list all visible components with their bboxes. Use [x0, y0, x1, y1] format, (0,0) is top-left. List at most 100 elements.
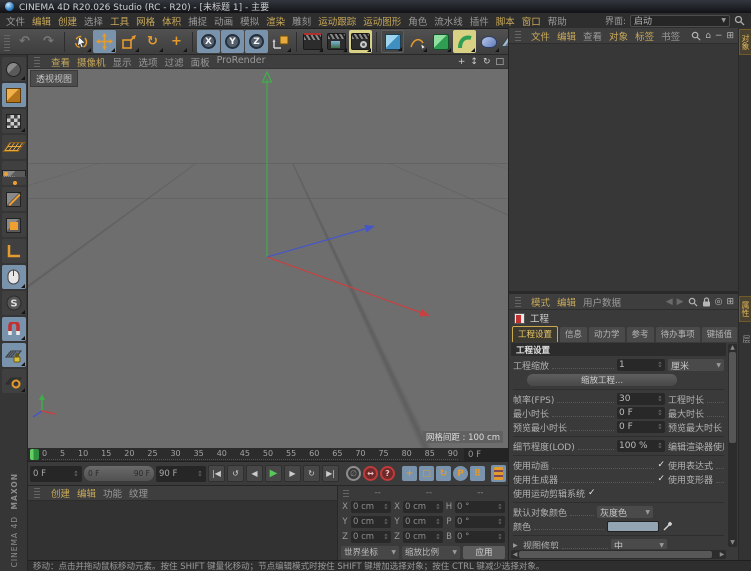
key-pla-toggle[interactable]: ⠿ — [470, 466, 485, 481]
stepper-icon[interactable]: ↕ — [197, 470, 203, 478]
previous-key-button[interactable]: ↺ — [227, 465, 244, 482]
position-field[interactable]: 0 cm↕ — [351, 501, 391, 513]
size-field[interactable]: 0 cm↕ — [403, 531, 443, 543]
viewport-menu-item[interactable]: 显示 — [113, 55, 132, 69]
attribute-tab[interactable]: 动力学 — [589, 327, 625, 342]
scrollbar-thumb[interactable] — [729, 352, 736, 443]
lock-workplane-button[interactable] — [2, 343, 26, 367]
rotation-field[interactable]: 0 °↕ — [455, 516, 505, 528]
search-icon[interactable] — [734, 15, 745, 26]
history-forward-icon[interactable]: ▶ — [677, 297, 684, 307]
object-manager-menu-item[interactable]: 对象 — [609, 29, 628, 43]
menu-item[interactable]: 运动图形 — [363, 14, 401, 28]
attribute-horizontal-scrollbar[interactable]: ◀ ▶ — [511, 550, 726, 559]
goto-end-button[interactable]: ▶| — [322, 465, 339, 482]
stepper-icon[interactable]: ↕ — [383, 518, 389, 526]
object-manager-menu-item[interactable]: 标签 — [635, 29, 654, 43]
viewport-menu-item[interactable]: 查看 — [51, 55, 70, 69]
use-generators-checkbox[interactable]: ✓ — [657, 474, 665, 484]
size-field[interactable]: 0 cm↕ — [403, 501, 443, 513]
size-mode-dropdown[interactable]: 缩放比例▼ — [402, 546, 460, 559]
minus-icon[interactable]: − — [715, 31, 723, 41]
workplane-mode-button[interactable] — [2, 135, 26, 159]
render-region-button[interactable] — [325, 30, 348, 53]
object-manager-grip[interactable] — [515, 31, 521, 41]
menu-item[interactable]: 窗口 — [522, 14, 541, 28]
attribute-menu-item[interactable]: 编辑 — [557, 295, 576, 309]
render-view-button[interactable] — [301, 30, 324, 53]
menu-item[interactable]: 选择 — [84, 14, 103, 28]
material-list-area[interactable] — [28, 501, 337, 559]
menu-item[interactable]: 文件 — [6, 14, 25, 28]
fps-field[interactable]: 30↕ — [617, 393, 665, 405]
preview-min-field[interactable]: 0 F↕ — [617, 421, 665, 433]
viewport-dolly-icon[interactable]: ↕ — [470, 57, 478, 67]
menu-item[interactable]: 模拟 — [240, 14, 259, 28]
side-tab-layers[interactable]: 层 — [739, 331, 751, 347]
autokey-button[interactable]: ↔ — [363, 466, 378, 481]
stepper-icon[interactable]: ↕ — [497, 518, 503, 526]
use-motion-system-checkbox[interactable]: ✓ — [588, 488, 596, 498]
scale-unit-dropdown[interactable]: 厘米▼ — [668, 359, 724, 371]
rotation-field[interactable]: 0 °↕ — [455, 501, 505, 513]
position-field[interactable]: 0 cm↕ — [351, 516, 391, 528]
viewport-menu-item[interactable]: 面板 — [191, 55, 210, 69]
volume-button[interactable] — [477, 30, 500, 53]
toolbar-grip[interactable] — [4, 33, 10, 51]
live-selection-button[interactable] — [69, 30, 92, 53]
stepper-icon[interactable]: ↕ — [435, 518, 441, 526]
polygons-mode-button[interactable] — [2, 213, 26, 237]
rotation-field[interactable]: 0 °↕ — [455, 531, 505, 543]
lock-icon[interactable] — [702, 297, 711, 307]
side-tab-attributes[interactable]: 属性 — [739, 296, 751, 322]
object-manager-menu-item[interactable]: 文件 — [531, 29, 550, 43]
key-position-toggle[interactable]: + — [402, 466, 417, 481]
enable-snap-button[interactable] — [2, 317, 26, 341]
coordinate-space-dropdown[interactable]: 世界坐标▼ — [341, 546, 399, 559]
render-settings-button[interactable] — [349, 30, 372, 53]
object-tree-area[interactable] — [509, 44, 738, 291]
frame-start-field[interactable]: 0 F↕ — [30, 466, 82, 482]
timeline-ruler[interactable]: 051015202530354045505560657075808590 0 F — [28, 448, 508, 462]
scale-project-button[interactable]: 缩放工程... — [527, 374, 677, 386]
apply-button[interactable]: 应用 — [463, 546, 505, 559]
model-mode-button[interactable] — [2, 83, 26, 107]
view-tab-perspective[interactable]: 透视视图 — [30, 70, 78, 87]
viewport-solo-button[interactable]: S — [2, 291, 26, 315]
next-frame-button[interactable]: ▶ — [284, 465, 301, 482]
lock-x-axis-button[interactable]: X — [197, 30, 220, 53]
menu-item[interactable]: 脚本 — [496, 14, 515, 28]
new-panel-icon[interactable]: ⊞ — [726, 297, 734, 307]
viewport-menu-item[interactable]: 选项 — [139, 55, 158, 69]
home-icon[interactable]: ⌂ — [705, 31, 711, 41]
goto-start-button[interactable]: |◀ — [208, 465, 225, 482]
menu-item[interactable]: 运动跟踪 — [318, 14, 356, 28]
stepper-icon[interactable]: ↕ — [73, 470, 79, 478]
side-tab-objects[interactable]: 对象 — [739, 29, 751, 55]
view-clipping-dropdown[interactable]: 中▼ — [611, 539, 667, 549]
viewport-grip[interactable] — [34, 57, 40, 67]
size-field[interactable]: 0 cm↕ — [403, 516, 443, 528]
viewport-orbit-icon[interactable]: ↻ — [483, 57, 491, 67]
scrollbar-thumb[interactable] — [519, 551, 712, 558]
object-manager-menu-item[interactable]: 编辑 — [557, 29, 576, 43]
history-back-icon[interactable]: ◀ — [666, 297, 673, 307]
lock-z-axis-button[interactable]: Z — [245, 30, 268, 53]
menu-item[interactable]: 工具 — [110, 14, 129, 28]
viewport-maximize-icon[interactable]: □ — [495, 57, 504, 67]
bend-deformer-button[interactable] — [453, 30, 476, 53]
points-mode-button[interactable] — [2, 161, 26, 185]
stepper-icon[interactable]: ↕ — [497, 533, 503, 541]
material-menu-item[interactable]: 纹理 — [129, 486, 148, 500]
stepper-icon[interactable]: ↕ — [383, 533, 389, 541]
menu-item[interactable]: 网格 — [136, 14, 155, 28]
stepper-icon[interactable]: ↕ — [497, 503, 503, 511]
menu-item[interactable]: 流水线 — [434, 14, 463, 28]
attribute-tab[interactable]: 参考 — [627, 327, 654, 342]
viewport-canvas[interactable]: 网格间距 : 100 cm — [28, 69, 508, 448]
frame-end-field[interactable]: 90 F↕ — [156, 466, 206, 482]
attribute-manager-grip[interactable] — [515, 297, 521, 307]
menu-item[interactable]: 编辑 — [32, 14, 51, 28]
play-button[interactable]: ▶ — [265, 465, 282, 482]
interface-select[interactable]: 启动 ▼ — [630, 15, 730, 27]
